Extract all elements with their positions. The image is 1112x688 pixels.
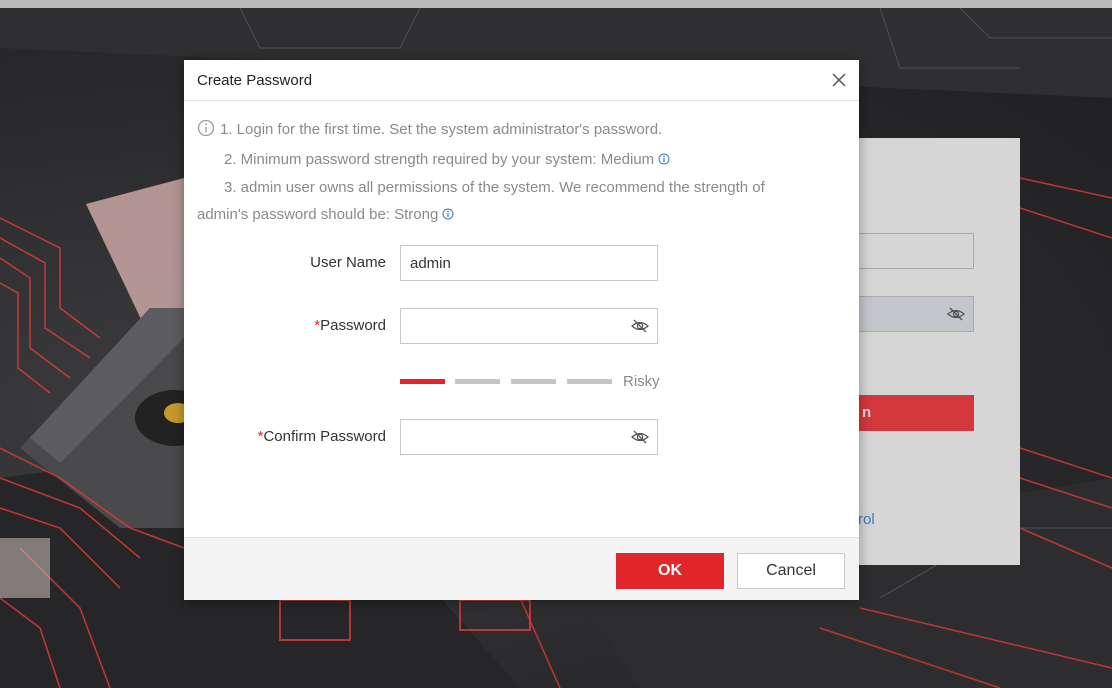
eye-hidden-icon [947,306,965,327]
strength-bar-2 [455,379,500,384]
strength-bar-1 [400,379,445,384]
strength-bar-3 [511,379,556,384]
password-input[interactable] [400,308,658,344]
confirm-password-label: *Confirm Password [258,428,386,445]
instructions: 1. Login for the first time. Set the sys… [197,116,797,229]
note-text-2: 2. Minimum password strength required by… [224,151,655,168]
info-icon [197,119,215,146]
info-icon[interactable] [442,202,454,229]
create-password-dialog: Create Password 1. Login for the first t… [184,60,859,600]
close-icon[interactable] [830,71,848,89]
eye-hidden-icon[interactable] [630,318,650,334]
password-label: *Password [314,317,386,334]
username-input[interactable] [400,245,658,281]
strength-bar-4 [567,379,612,384]
login-button: n [858,395,974,431]
login-panel-background [858,138,1020,565]
eye-hidden-icon[interactable] [630,429,650,445]
dialog-footer: OK Cancel [184,537,859,600]
password-label-text: Password [320,317,386,334]
password-row: *Password [184,308,859,344]
username-row: User Name [184,245,859,281]
browser-top-strip [0,0,1112,8]
confirm-password-row: *Confirm Password [184,419,859,455]
confirm-password-label-text: Confirm Password [263,428,386,445]
ok-button[interactable]: OK [616,553,724,589]
note-line-4: admin's password should be: Strong [197,201,797,229]
confirm-password-input[interactable] [400,419,658,455]
strength-label: Risky [623,373,660,390]
login-password-input [858,296,974,332]
note-line-1: 1. Login for the first time. Set the sys… [197,116,797,146]
note-text-1: 1. Login for the first time. Set the sys… [220,121,663,138]
username-label: User Name [310,254,386,271]
login-username-input [858,233,974,269]
cancel-button[interactable]: Cancel [737,553,845,589]
info-icon[interactable] [658,147,670,174]
note-line-3: 3. admin user owns all permissions of th… [197,174,797,201]
dialog-title: Create Password [197,72,313,89]
dialog-header: Create Password [184,60,859,101]
login-link: rol [858,511,875,528]
note-text-3b: admin's password should be: Strong [197,206,439,223]
note-text-3a: 3. admin user owns all permissions of th… [224,179,765,196]
note-line-2: 2. Minimum password strength required by… [197,146,797,174]
password-strength-meter: Risky [400,373,660,390]
